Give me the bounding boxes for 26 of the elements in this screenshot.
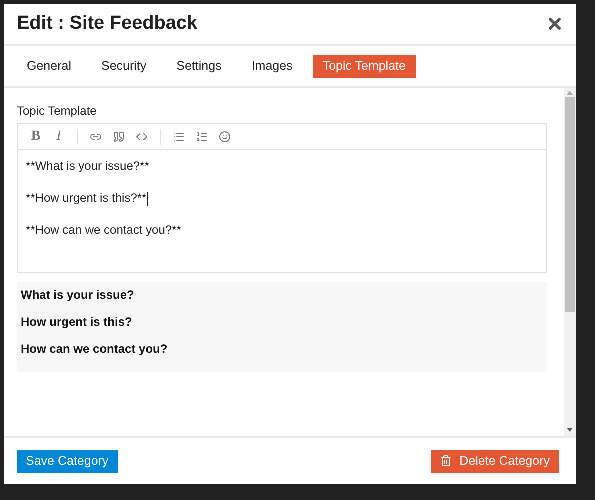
editor[interactable]: B I **What is your issue?** **How urgent is this?** **How can we contact you?** [17, 123, 547, 273]
tab[interactable]: Settings [166, 54, 232, 78]
preview-text: What is your issue? [21, 288, 136, 302]
bold-button[interactable]: B [26, 126, 46, 146]
tab[interactable]: Images [242, 54, 303, 78]
field-label: Topic Template [17, 104, 98, 118]
preview-text: How urgent is this? [21, 315, 134, 329]
editor-text: **What is your issue?** [26, 159, 150, 174]
tab[interactable]: Topic Template [312, 54, 416, 78]
smiley-icon [219, 130, 231, 142]
tab[interactable]: General [17, 54, 82, 78]
scrollbar[interactable] [564, 88, 576, 436]
save-button[interactable]: Save Category [17, 450, 118, 472]
numbered-list-icon [196, 130, 208, 142]
editor-text: **How urgent is this?** [26, 191, 147, 206]
close-button[interactable] [546, 15, 564, 33]
close-icon [546, 15, 564, 33]
italic-button[interactable]: I [49, 126, 69, 146]
code-icon [136, 130, 148, 142]
preview-text: How can we contact you? [21, 342, 169, 356]
editor-text: **How can we contact you?** [26, 223, 182, 238]
tab[interactable]: Security [91, 54, 157, 78]
quote-icon [113, 130, 125, 142]
delete-button[interactable]: Delete Category [430, 450, 559, 472]
dialog-title: Edit : Site Feedback [17, 13, 198, 35]
trash-icon [440, 455, 452, 467]
